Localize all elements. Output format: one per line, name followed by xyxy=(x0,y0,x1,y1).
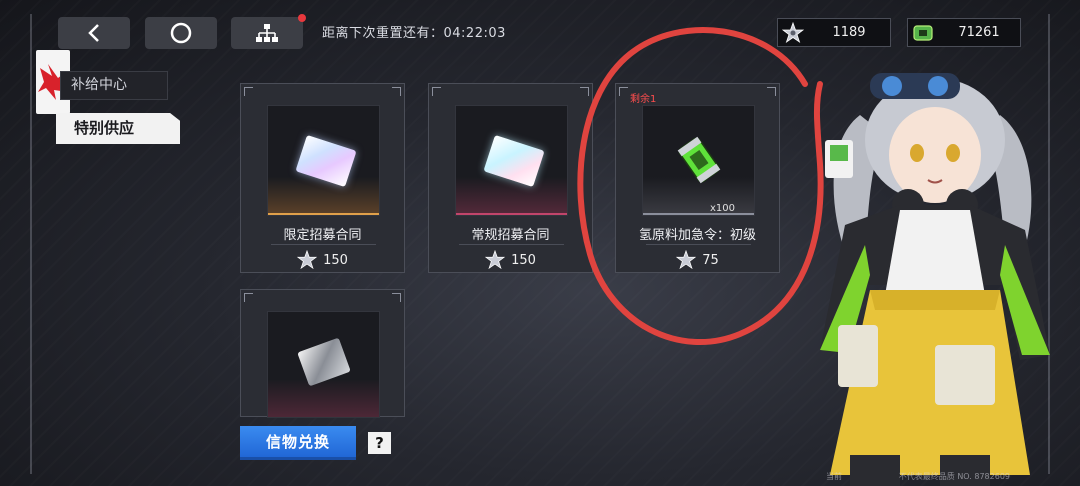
price-value: 150 xyxy=(511,252,536,268)
sitemap-icon xyxy=(256,24,278,42)
watermark-left: 当前 xyxy=(826,472,842,481)
star-gem-icon xyxy=(297,250,318,270)
green-amount: 71261 xyxy=(958,25,1000,40)
item-price: 150 xyxy=(241,250,404,270)
notification-dot xyxy=(298,14,306,22)
green-currency[interactable]: 71261 xyxy=(907,18,1021,47)
green-crystal-icon xyxy=(908,19,938,46)
frame-left xyxy=(30,14,32,474)
circle-icon xyxy=(170,22,192,44)
item-name: 常规招募合同 xyxy=(471,228,550,243)
item-price: 150 xyxy=(429,250,592,270)
divider xyxy=(271,244,376,245)
token-exchange-button[interactable]: 信物兑换 xyxy=(240,426,356,460)
nav-item-supply-center[interactable]: 补给中心 xyxy=(60,71,168,100)
item-art xyxy=(267,311,380,418)
home-button[interactable] xyxy=(145,17,217,49)
sitemap-button[interactable] xyxy=(231,14,306,49)
shop-card-item-4[interactable] xyxy=(240,289,405,418)
help-button[interactable]: ? xyxy=(368,432,391,454)
watermark-right: 不代表最终品质 NO. 8782609 xyxy=(898,472,1010,481)
reset-timer: 距离下次重置还有：04:22:03 xyxy=(322,26,506,41)
item-name: 限定招募合同 xyxy=(283,228,362,243)
back-button[interactable] xyxy=(58,17,130,49)
star-gem-icon xyxy=(485,250,506,270)
shop-card-standard-contract[interactable]: 常规招募合同 150 xyxy=(428,83,593,273)
chevron-left-icon xyxy=(88,24,99,42)
character-illustration xyxy=(820,73,1050,486)
item-art xyxy=(455,105,568,216)
divider xyxy=(459,244,564,245)
nav-item-special-supply[interactable]: 特别供应 xyxy=(56,113,180,144)
price-value: 150 xyxy=(323,252,348,268)
item-art xyxy=(267,105,380,216)
shop-card-limited-contract[interactable]: 限定招募合同 150 xyxy=(240,83,405,273)
